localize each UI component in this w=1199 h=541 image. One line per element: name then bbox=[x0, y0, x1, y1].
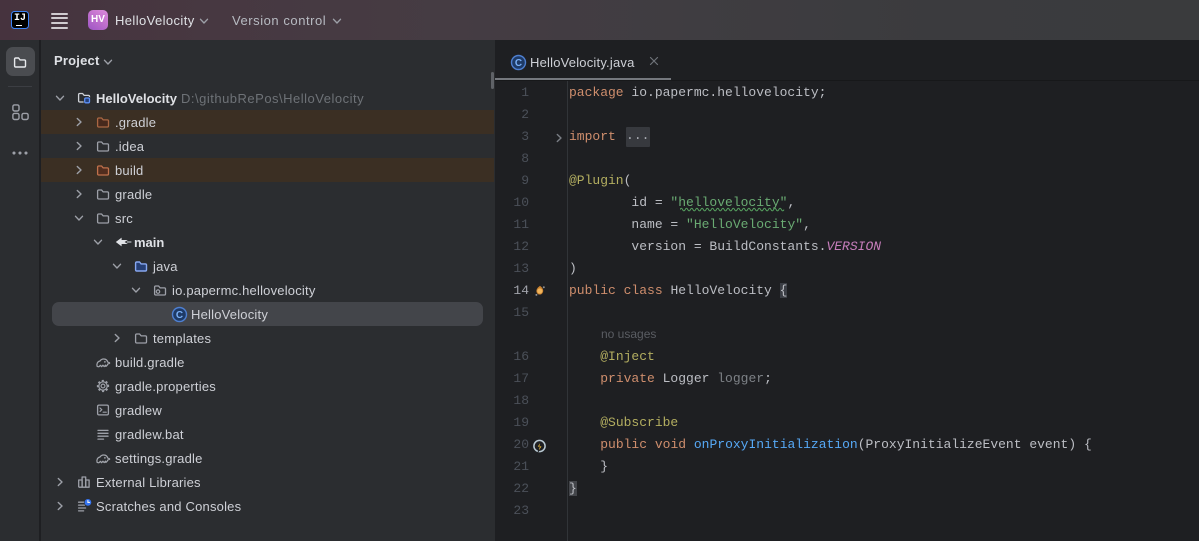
svg-text:C: C bbox=[175, 310, 182, 321]
svg-text:C: C bbox=[515, 58, 522, 69]
